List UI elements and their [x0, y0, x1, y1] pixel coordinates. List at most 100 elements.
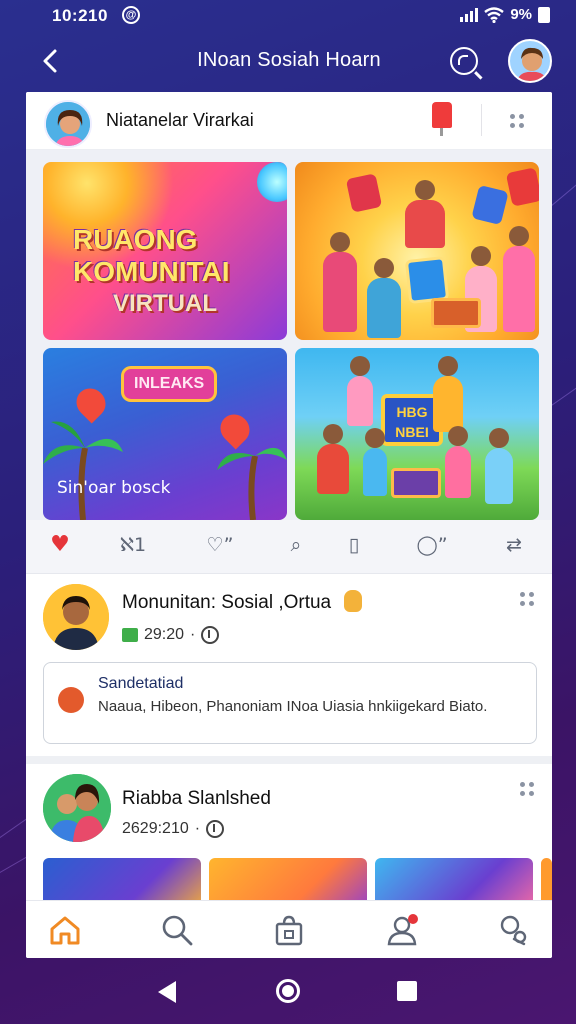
- palm-tree-icon: [217, 447, 287, 520]
- avatar-image: [516, 47, 548, 81]
- post-header: Niatanelar Virarkai: [26, 92, 552, 150]
- person-figure: [323, 232, 357, 332]
- people-icon: [500, 915, 527, 946]
- decoration-orb: [257, 162, 287, 202]
- bottom-navigation: [26, 900, 552, 958]
- nav-community[interactable]: [496, 913, 530, 947]
- person-figure: [445, 426, 471, 498]
- system-recents-button[interactable]: [397, 981, 417, 1001]
- thumbnail-image[interactable]: [375, 858, 533, 900]
- privacy-icon: [201, 626, 220, 644]
- person-figure: [405, 180, 445, 248]
- shop-bag-icon: [275, 915, 303, 946]
- signal-icon: [460, 7, 479, 22]
- treasure-chest: [431, 298, 481, 328]
- feed-item-title[interactable]: Monunitan: Sosial ,Ortua: [122, 592, 331, 614]
- avatar-image: [43, 584, 109, 650]
- feed-item: Riabba Slanlshed 2629:210 ·: [26, 764, 552, 900]
- post-image-1[interactable]: RUAONG KOMUNITAI VIRTUAL: [43, 162, 287, 340]
- nav-home[interactable]: [48, 913, 82, 947]
- floating-app-icon: [505, 167, 539, 207]
- image-title-line: VIRTUAL: [113, 290, 217, 317]
- thumbnail-image[interactable]: [43, 858, 201, 900]
- post-image-4[interactable]: HBG NBEI: [295, 348, 539, 520]
- divider: [481, 104, 482, 136]
- post-image-3[interactable]: INLEAKS Sin'oar bosck: [43, 348, 287, 520]
- battery-percent: 9%: [510, 6, 532, 23]
- person-figure: [317, 424, 349, 494]
- image-caption: Sin'oar bosck: [57, 478, 171, 498]
- person-figure: [347, 356, 373, 426]
- post-image-grid: RUAONG KOMUNITAI VIRTUAL INLEAKS Sin'oar…: [26, 150, 552, 574]
- thumbnail-strip: [43, 858, 552, 900]
- person-figure: [367, 258, 401, 338]
- more-options-icon[interactable]: [510, 114, 524, 128]
- author-avatar[interactable]: [44, 100, 92, 148]
- treasure-chest: [391, 468, 441, 498]
- separator-dot: ·: [190, 626, 196, 643]
- person-figure: [485, 428, 513, 504]
- feed-item-meta: 29:20 ·: [122, 626, 220, 644]
- notification-icon: @: [122, 6, 140, 24]
- share-button[interactable]: ◯”: [414, 534, 450, 556]
- battery-icon: [538, 6, 550, 23]
- post-author-name[interactable]: Niatanelar Virarkai: [106, 110, 254, 131]
- thumbnail-image[interactable]: [209, 858, 367, 900]
- profile-avatar[interactable]: [508, 39, 552, 83]
- wifi-icon: [484, 6, 505, 23]
- status-bar: 10:210 @ 9%: [0, 0, 576, 32]
- search-icon: [162, 915, 193, 946]
- post-image-2[interactable]: [295, 162, 539, 340]
- image-title-line: RUAONG: [73, 224, 198, 255]
- nav-shop[interactable]: [272, 913, 306, 947]
- image-title-line: KOMUNITAI: [73, 256, 230, 287]
- avatar-image: [43, 774, 111, 842]
- feed-item-title[interactable]: Riabba Slanlshed: [122, 788, 271, 810]
- image-badge: INLEAKS: [121, 366, 218, 402]
- feed-item-avatar[interactable]: [43, 584, 109, 650]
- system-back-button[interactable]: [158, 981, 176, 1003]
- profile-icon: [387, 914, 418, 946]
- floating-app-icon: [404, 256, 450, 304]
- nav-profile[interactable]: [386, 913, 420, 947]
- privacy-icon: [206, 820, 225, 838]
- avatar-image: [46, 102, 90, 146]
- status-indicators: 9%: [460, 6, 550, 23]
- system-home-button[interactable]: [276, 979, 300, 1003]
- hand-emoji-icon: [344, 590, 362, 612]
- person-figure: [503, 226, 535, 332]
- person-figure: [363, 428, 387, 496]
- timestamp: 29:20: [144, 626, 185, 643]
- feed-item: Monunitan: Sosial ,Ortua 29:20 · Sandeta…: [26, 574, 552, 756]
- pin-icon[interactable]: [432, 102, 452, 136]
- more-options-icon[interactable]: [520, 782, 534, 796]
- more-actions-icon[interactable]: ⇄: [500, 534, 528, 556]
- react-button[interactable]: ♡”: [202, 534, 238, 556]
- person-figure: [433, 356, 463, 432]
- shared-content-card[interactable]: Sandetatiad Naaua, Hibeon, Phanoniam INo…: [43, 662, 537, 744]
- status-time: 10:210: [52, 6, 108, 25]
- palm-tree-icon: [43, 421, 123, 520]
- thumbnail-image[interactable]: [541, 858, 552, 900]
- feed-card: Niatanelar Virarkai RUAONG KOMUNITAI VIR…: [26, 92, 552, 958]
- post-action-bar: ♥ ℵ1 ♡” ⌕ ▯ ◯” ⇄: [26, 520, 552, 574]
- shared-title: Sandetatiad: [98, 675, 184, 692]
- search-icon[interactable]: [450, 47, 478, 75]
- separator-dot: ·: [194, 820, 201, 837]
- floating-app-icon: [471, 184, 509, 226]
- system-navigation-bar: [0, 958, 576, 1024]
- feed-item-meta: 2629:210 ·: [122, 820, 225, 838]
- tag-icon: [122, 628, 138, 642]
- feed-item-avatar[interactable]: [43, 774, 111, 842]
- bookmark-button[interactable]: ▯: [340, 534, 368, 556]
- like-button[interactable]: ♥: [46, 534, 74, 556]
- shared-text: Naaua, Hibeon, Phanoniam INoa Uiasia hnk…: [98, 698, 488, 715]
- image-title-text: RUAONG KOMUNITAI VIRTUAL: [73, 224, 230, 320]
- comment-button[interactable]: ℵ1: [118, 534, 148, 556]
- more-options-icon[interactable]: [520, 592, 534, 606]
- nav-search[interactable]: [160, 913, 194, 947]
- search-icon[interactable]: ⌕: [282, 534, 310, 556]
- app-header: INoan Sosiah Hoarn: [26, 34, 552, 92]
- floating-app-icon: [345, 173, 383, 213]
- home-icon: [50, 916, 80, 945]
